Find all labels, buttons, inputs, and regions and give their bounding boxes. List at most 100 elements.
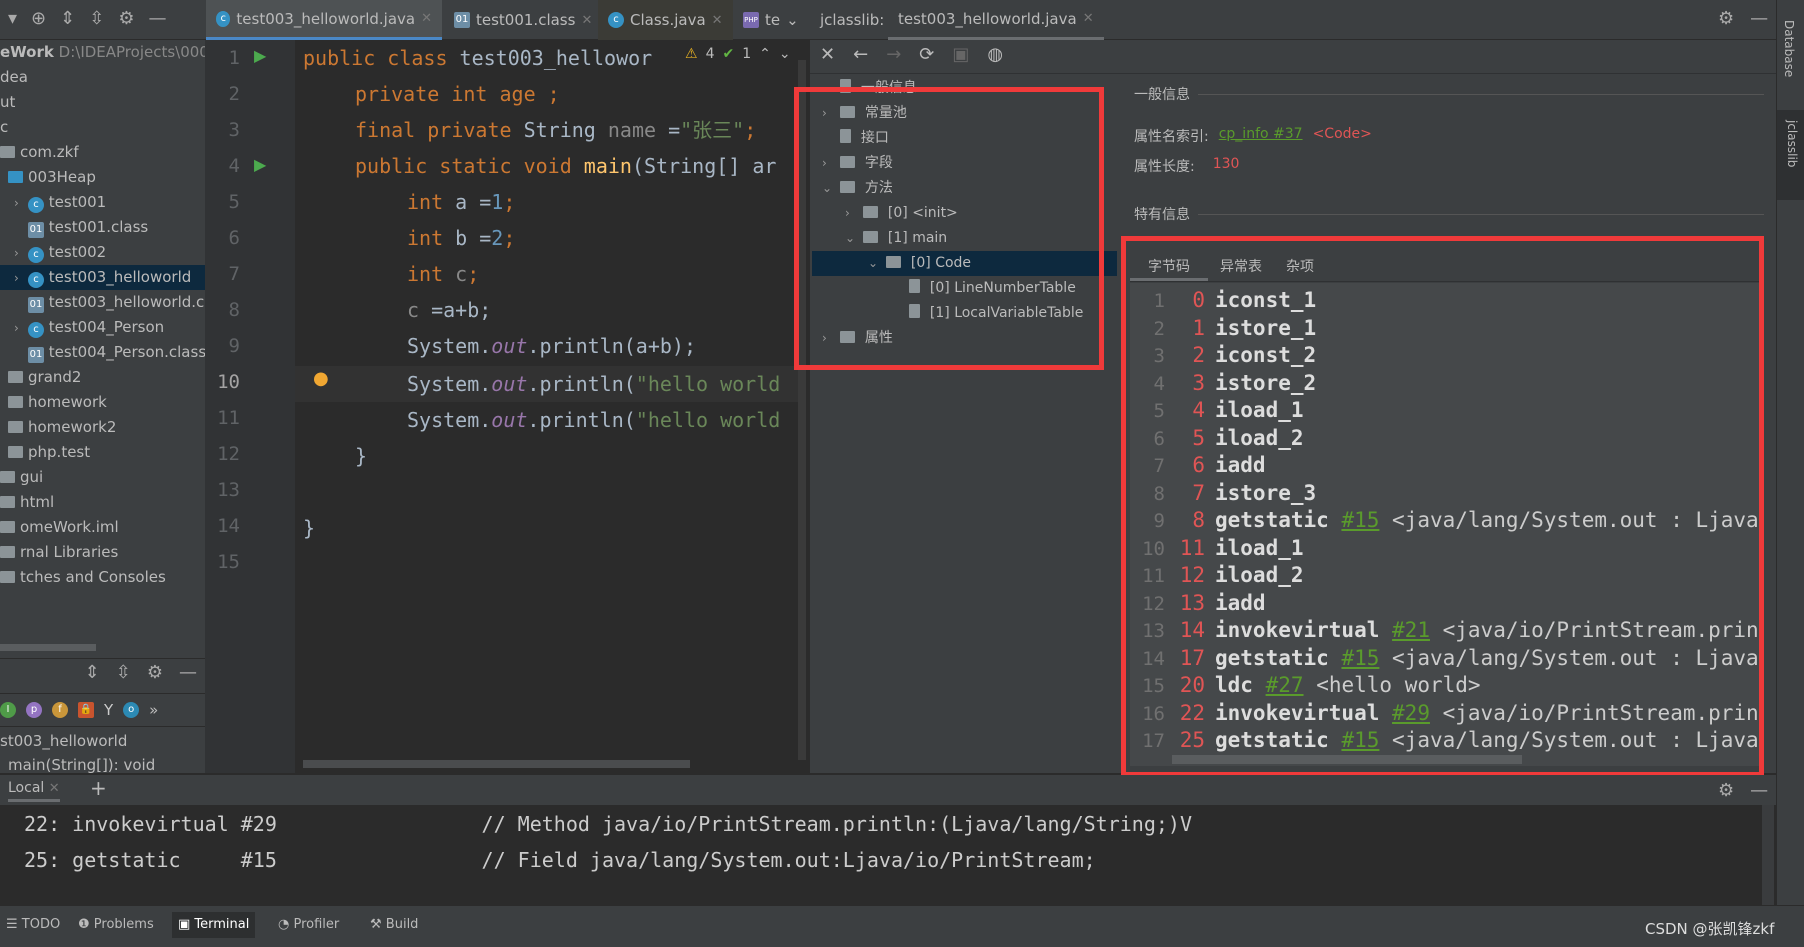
tab-todo[interactable]: ☰ TODO: [0, 912, 66, 938]
tab-test001-class[interactable]: 01 test001.class ✕: [444, 0, 602, 40]
expand-all-icon[interactable]: ⇕: [85, 662, 100, 683]
minimize-icon[interactable]: —: [1750, 8, 1768, 29]
chevron-right-icon[interactable]: ›: [14, 266, 28, 291]
tab-problems[interactable]: ❶ Problems: [72, 912, 160, 938]
terminal-tab-local[interactable]: Local ✕: [8, 780, 60, 802]
project-tree-item[interactable]: 01 test001.class: [0, 215, 148, 240]
close-icon[interactable]: ✕: [581, 13, 592, 28]
hierarchy-icon[interactable]: Y: [104, 701, 113, 719]
database-tool-button[interactable]: Database: [1782, 20, 1796, 77]
code-line[interactable]: System.out.println("hello world: [407, 366, 780, 402]
lightbulb-icon[interactable]: ●: [313, 368, 329, 389]
code-line[interactable]: int c;: [407, 256, 479, 292]
project-tree-item[interactable]: 01 test004_Person.class: [0, 340, 205, 365]
tab-build[interactable]: ⚒ Build: [364, 912, 424, 938]
project-tree-item[interactable]: homework: [0, 390, 107, 415]
close-icon[interactable]: ✕: [49, 781, 60, 796]
close-icon[interactable]: ✕: [421, 11, 432, 26]
project-tree-item[interactable]: c: [0, 115, 8, 140]
project-tree-item[interactable]: 003Heap: [0, 165, 96, 190]
project-tree-item[interactable]: com.zkf: [0, 140, 79, 165]
item-label: test004_Person: [48, 318, 165, 336]
chevron-down-icon[interactable]: ⌄: [786, 11, 799, 29]
run-icon[interactable]: ▶: [254, 46, 266, 65]
chevron-right-icon[interactable]: ›: [14, 191, 28, 216]
lock-icon[interactable]: 🔒: [78, 702, 94, 718]
properties-icon[interactable]: p: [26, 702, 42, 718]
gear-icon[interactable]: ⚙: [118, 8, 134, 32]
back-icon[interactable]: ←: [853, 44, 868, 68]
refresh-icon[interactable]: ⟳: [919, 44, 934, 68]
project-tree-item[interactable]: 01 test003_helloworld.c: [0, 290, 204, 315]
code-line[interactable]: int a =1;: [407, 184, 515, 220]
minimize-icon[interactable]: —: [1750, 780, 1768, 801]
project-tree-item[interactable]: html: [0, 490, 54, 515]
next-icon[interactable]: ⌄: [779, 46, 791, 62]
browser-icon[interactable]: ◍: [987, 44, 1003, 68]
run-icon[interactable]: ▶: [254, 155, 266, 174]
locate-icon[interactable]: ⊕: [31, 8, 46, 32]
horizontal-scrollbar[interactable]: [0, 644, 96, 651]
project-tree-item[interactable]: php.test: [0, 440, 90, 465]
expand-all-icon[interactable]: ⇕: [60, 8, 75, 32]
project-root[interactable]: eWork D:\IDEAProjects\000: [0, 40, 205, 65]
chevron-right-icon[interactable]: ›: [14, 316, 28, 341]
project-tree-item[interactable]: omeWork.iml: [0, 515, 119, 540]
inherited-icon[interactable]: I: [0, 702, 16, 718]
code-line[interactable]: public class test003_hellowor: [303, 40, 652, 76]
project-tree-item[interactable]: tches and Consoles: [0, 565, 166, 590]
forward-icon[interactable]: →: [886, 44, 901, 68]
fields-icon[interactable]: f: [52, 702, 68, 718]
code-line[interactable]: System.out.println(a+b);: [407, 328, 696, 364]
code-line[interactable]: System.out.println("hello world: [407, 402, 780, 438]
code-line[interactable]: }: [355, 438, 367, 474]
tab-profiler[interactable]: ◔ Profiler: [272, 912, 345, 938]
cp-info-link[interactable]: cp_info #37: [1219, 126, 1303, 146]
project-tree-item[interactable]: ut: [0, 90, 15, 115]
close-icon[interactable]: ✕: [1083, 11, 1094, 26]
structure-class[interactable]: st003_helloworld: [0, 729, 127, 754]
minimize-icon[interactable]: —: [148, 8, 166, 32]
project-tree-item[interactable]: gui: [0, 465, 43, 490]
tab-php[interactable]: PHP te ⌄: [733, 0, 809, 40]
gear-icon[interactable]: ⚙: [1718, 8, 1734, 29]
tab-label: Class.java: [630, 11, 706, 29]
code-line[interactable]: private int age ;: [355, 76, 560, 112]
project-tree-item[interactable]: › c test004_Person: [0, 315, 164, 340]
code-line[interactable]: final private String name ="张三";: [355, 112, 756, 148]
save-icon[interactable]: ▣: [952, 44, 969, 68]
chevron-right-icon[interactable]: ›: [14, 241, 28, 266]
inspection-widget[interactable]: ⚠ 4 ✔ 1 ⌃ ⌄: [685, 46, 791, 62]
close-icon[interactable]: ✕: [712, 13, 723, 28]
tab-label: Build: [385, 917, 419, 932]
new-terminal-icon[interactable]: +: [90, 776, 107, 800]
editor-hscrollbar[interactable]: [303, 760, 690, 768]
project-tree-item[interactable]: homework2: [0, 415, 116, 440]
dropdown-icon[interactable]: ▾: [8, 8, 17, 32]
code-line[interactable]: int b =2;: [407, 220, 515, 256]
project-tree-item[interactable]: rnal Libraries: [0, 540, 118, 565]
project-tree-item[interactable]: › c test003_helloworld: [0, 265, 205, 290]
tab-terminal[interactable]: ▣ Terminal: [172, 912, 256, 938]
project-tree-item[interactable]: › c test002: [0, 240, 106, 265]
code-line[interactable]: }: [303, 510, 315, 546]
gear-icon[interactable]: ⚙: [1718, 780, 1734, 801]
code-line[interactable]: public static void main(String[] ar: [355, 148, 776, 184]
project-tree-item[interactable]: grand2: [0, 365, 81, 390]
gear-icon[interactable]: ⚙: [147, 662, 163, 683]
collapse-all-icon[interactable]: ⇳: [89, 8, 104, 32]
project-tree-item[interactable]: dea: [0, 65, 28, 90]
jclasslib-tool-button[interactable]: jclasslib: [1777, 110, 1804, 200]
minimize-icon[interactable]: —: [179, 662, 197, 683]
more-icon[interactable]: »: [149, 701, 158, 719]
tab-jclasslib-file[interactable]: test003_helloworld.java ✕: [888, 0, 1104, 40]
anonymous-icon[interactable]: o: [123, 702, 140, 718]
tab-class-java[interactable]: c Class.java ✕: [598, 0, 733, 40]
project-tree-item[interactable]: › c test001: [0, 190, 106, 215]
code-line[interactable]: c =a+b;: [407, 292, 491, 328]
close-icon[interactable]: ✕: [820, 44, 835, 68]
prev-icon[interactable]: ⌃: [759, 46, 771, 62]
tab-test003-helloworld[interactable]: c test003_helloworld.java ✕: [206, 0, 442, 40]
collapse-all-icon[interactable]: ⇳: [116, 662, 131, 683]
terminal-scrollbar[interactable]: [1762, 805, 1774, 905]
